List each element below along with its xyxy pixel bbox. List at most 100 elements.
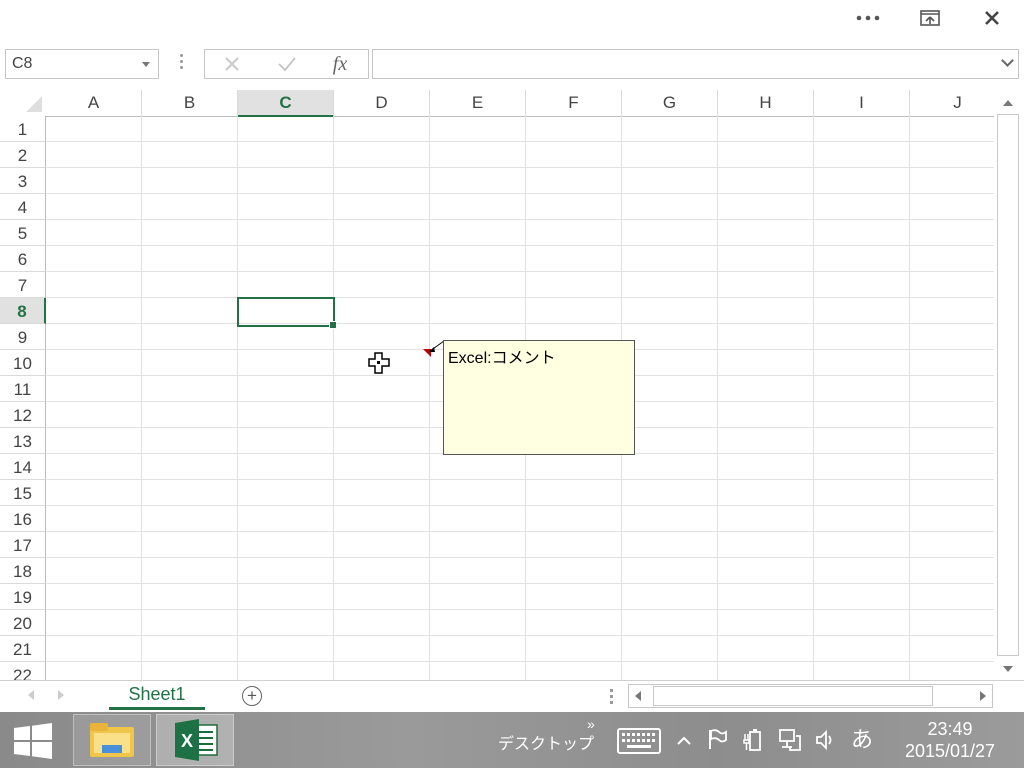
column-header-j[interactable]: J <box>910 90 994 117</box>
gridline-horizontal <box>46 219 994 220</box>
sheet-tab-bar: Sheet1 + <box>0 680 1024 713</box>
scroll-right-icon[interactable] <box>980 691 986 701</box>
column-header-h[interactable]: H <box>718 90 814 117</box>
gridline-vertical <box>237 116 238 680</box>
row-header-22[interactable]: 22 <box>0 662 46 680</box>
row-header-10[interactable]: 10 <box>0 350 46 376</box>
x-icon[interactable] <box>217 52 247 76</box>
row-header-15[interactable]: 15 <box>0 480 46 506</box>
vertical-scroll-thumb[interactable] <box>997 114 1019 656</box>
sheet-tab-sheet1[interactable]: Sheet1 <box>109 681 205 710</box>
gridline-horizontal <box>46 323 994 324</box>
gridline-horizontal <box>46 505 994 506</box>
taskbar: X デスクトップ » あ 23:49 2015/01/27 <box>0 712 1024 768</box>
name-box[interactable]: C8 <box>5 49 159 79</box>
tab-split-handle[interactable] <box>610 689 613 707</box>
expand-formula-bar-icon[interactable] <box>1001 54 1014 67</box>
ellipsis-icon[interactable] <box>848 4 888 32</box>
row-header-5[interactable]: 5 <box>0 220 46 246</box>
scroll-up-icon[interactable] <box>997 94 1019 112</box>
system-clock[interactable]: 23:49 2015/01/27 <box>890 718 1010 762</box>
previous-sheet-icon[interactable] <box>28 690 34 700</box>
scroll-down-icon[interactable] <box>997 660 1019 678</box>
add-sheet-button[interactable]: + <box>242 686 262 706</box>
gridline-vertical <box>813 116 814 680</box>
comment-box[interactable]: Excel:コメント <box>443 340 635 455</box>
row-header-9[interactable]: 9 <box>0 324 46 350</box>
gridline-horizontal <box>46 479 994 480</box>
cell-select-cursor-icon <box>368 352 390 374</box>
row-header-14[interactable]: 14 <box>0 454 46 480</box>
fill-handle[interactable] <box>329 321 337 329</box>
row-header-3[interactable]: 3 <box>0 168 46 194</box>
column-header-a[interactable]: A <box>46 90 142 117</box>
comment-indicator[interactable] <box>423 349 431 357</box>
column-header-e[interactable]: E <box>430 90 526 117</box>
row-header-17[interactable]: 17 <box>0 532 46 558</box>
column-header-c[interactable]: C <box>238 90 334 117</box>
row-header-13[interactable]: 13 <box>0 428 46 454</box>
battery-plug-icon[interactable] <box>742 728 766 752</box>
row-header-1[interactable]: 1 <box>0 116 46 142</box>
touch-keyboard-icon[interactable] <box>616 728 662 754</box>
gridline-vertical <box>909 116 910 680</box>
gridline-horizontal <box>46 193 994 194</box>
checkmark-icon[interactable] <box>272 52 302 76</box>
column-header-i[interactable]: I <box>814 90 910 117</box>
column-header-b[interactable]: B <box>142 90 238 117</box>
file-explorer-icon[interactable] <box>73 714 151 766</box>
gridline-horizontal <box>46 271 994 272</box>
name-box-value: C8 <box>12 55 33 72</box>
formula-input[interactable] <box>372 49 1019 79</box>
restore-window-icon[interactable] <box>910 4 950 32</box>
clock-time: 23:49 <box>927 719 973 739</box>
column-header-d[interactable]: D <box>334 90 430 117</box>
gridline-vertical <box>333 116 334 680</box>
row-header-12[interactable]: 12 <box>0 402 46 428</box>
row-header-18[interactable]: 18 <box>0 558 46 584</box>
next-sheet-icon[interactable] <box>58 690 64 700</box>
row-header-21[interactable]: 21 <box>0 636 46 662</box>
gridline-horizontal <box>46 167 994 168</box>
row-header-7[interactable]: 7 <box>0 272 46 298</box>
title-bar <box>0 0 1024 38</box>
gridline-vertical <box>429 116 430 680</box>
row-header-4[interactable]: 4 <box>0 194 46 220</box>
row-header-6[interactable]: 6 <box>0 246 46 272</box>
column-header-g[interactable]: G <box>622 90 718 117</box>
chevron-down-icon[interactable] <box>142 62 150 67</box>
scroll-left-icon[interactable] <box>635 691 641 701</box>
gridline-horizontal <box>46 141 994 142</box>
gridline-horizontal <box>46 609 994 610</box>
gridline-horizontal <box>46 583 994 584</box>
desktop-label[interactable]: デスクトップ <box>498 730 594 754</box>
row-header-19[interactable]: 19 <box>0 584 46 610</box>
comment-text[interactable]: Excel:コメント <box>448 344 556 368</box>
windows-start-icon[interactable] <box>10 722 58 760</box>
row-header-11[interactable]: 11 <box>0 376 46 402</box>
ime-mode-indicator[interactable]: あ <box>850 728 874 752</box>
action-center-flag-icon[interactable] <box>705 728 729 752</box>
vertical-scrollbar[interactable] <box>994 90 1024 680</box>
column-header-f[interactable]: F <box>526 90 622 117</box>
excel-icon[interactable]: X <box>156 714 234 766</box>
show-hidden-icons-icon[interactable] <box>672 728 696 752</box>
clock-date: 2015/01/27 <box>904 741 996 761</box>
horizontal-scroll-thumb[interactable] <box>653 686 933 706</box>
gridline-horizontal <box>46 245 994 246</box>
gridline-horizontal <box>46 661 994 662</box>
network-icon[interactable] <box>778 728 802 752</box>
select-all-button[interactable] <box>0 90 47 117</box>
horizontal-scrollbar[interactable] <box>628 684 993 708</box>
formula-bar-resize-handle[interactable] <box>180 54 183 72</box>
insert-function-button[interactable]: fx <box>325 52 355 76</box>
row-header-8[interactable]: 8 <box>0 298 46 324</box>
desktop-toolbar-chevron[interactable]: » <box>587 716 595 732</box>
close-icon[interactable] <box>972 4 1012 32</box>
row-header-2[interactable]: 2 <box>0 142 46 168</box>
row-header-20[interactable]: 20 <box>0 610 46 636</box>
formula-bar: C8 fx <box>0 46 1024 84</box>
active-cell[interactable] <box>237 297 335 327</box>
volume-icon[interactable] <box>814 728 838 752</box>
row-header-16[interactable]: 16 <box>0 506 46 532</box>
